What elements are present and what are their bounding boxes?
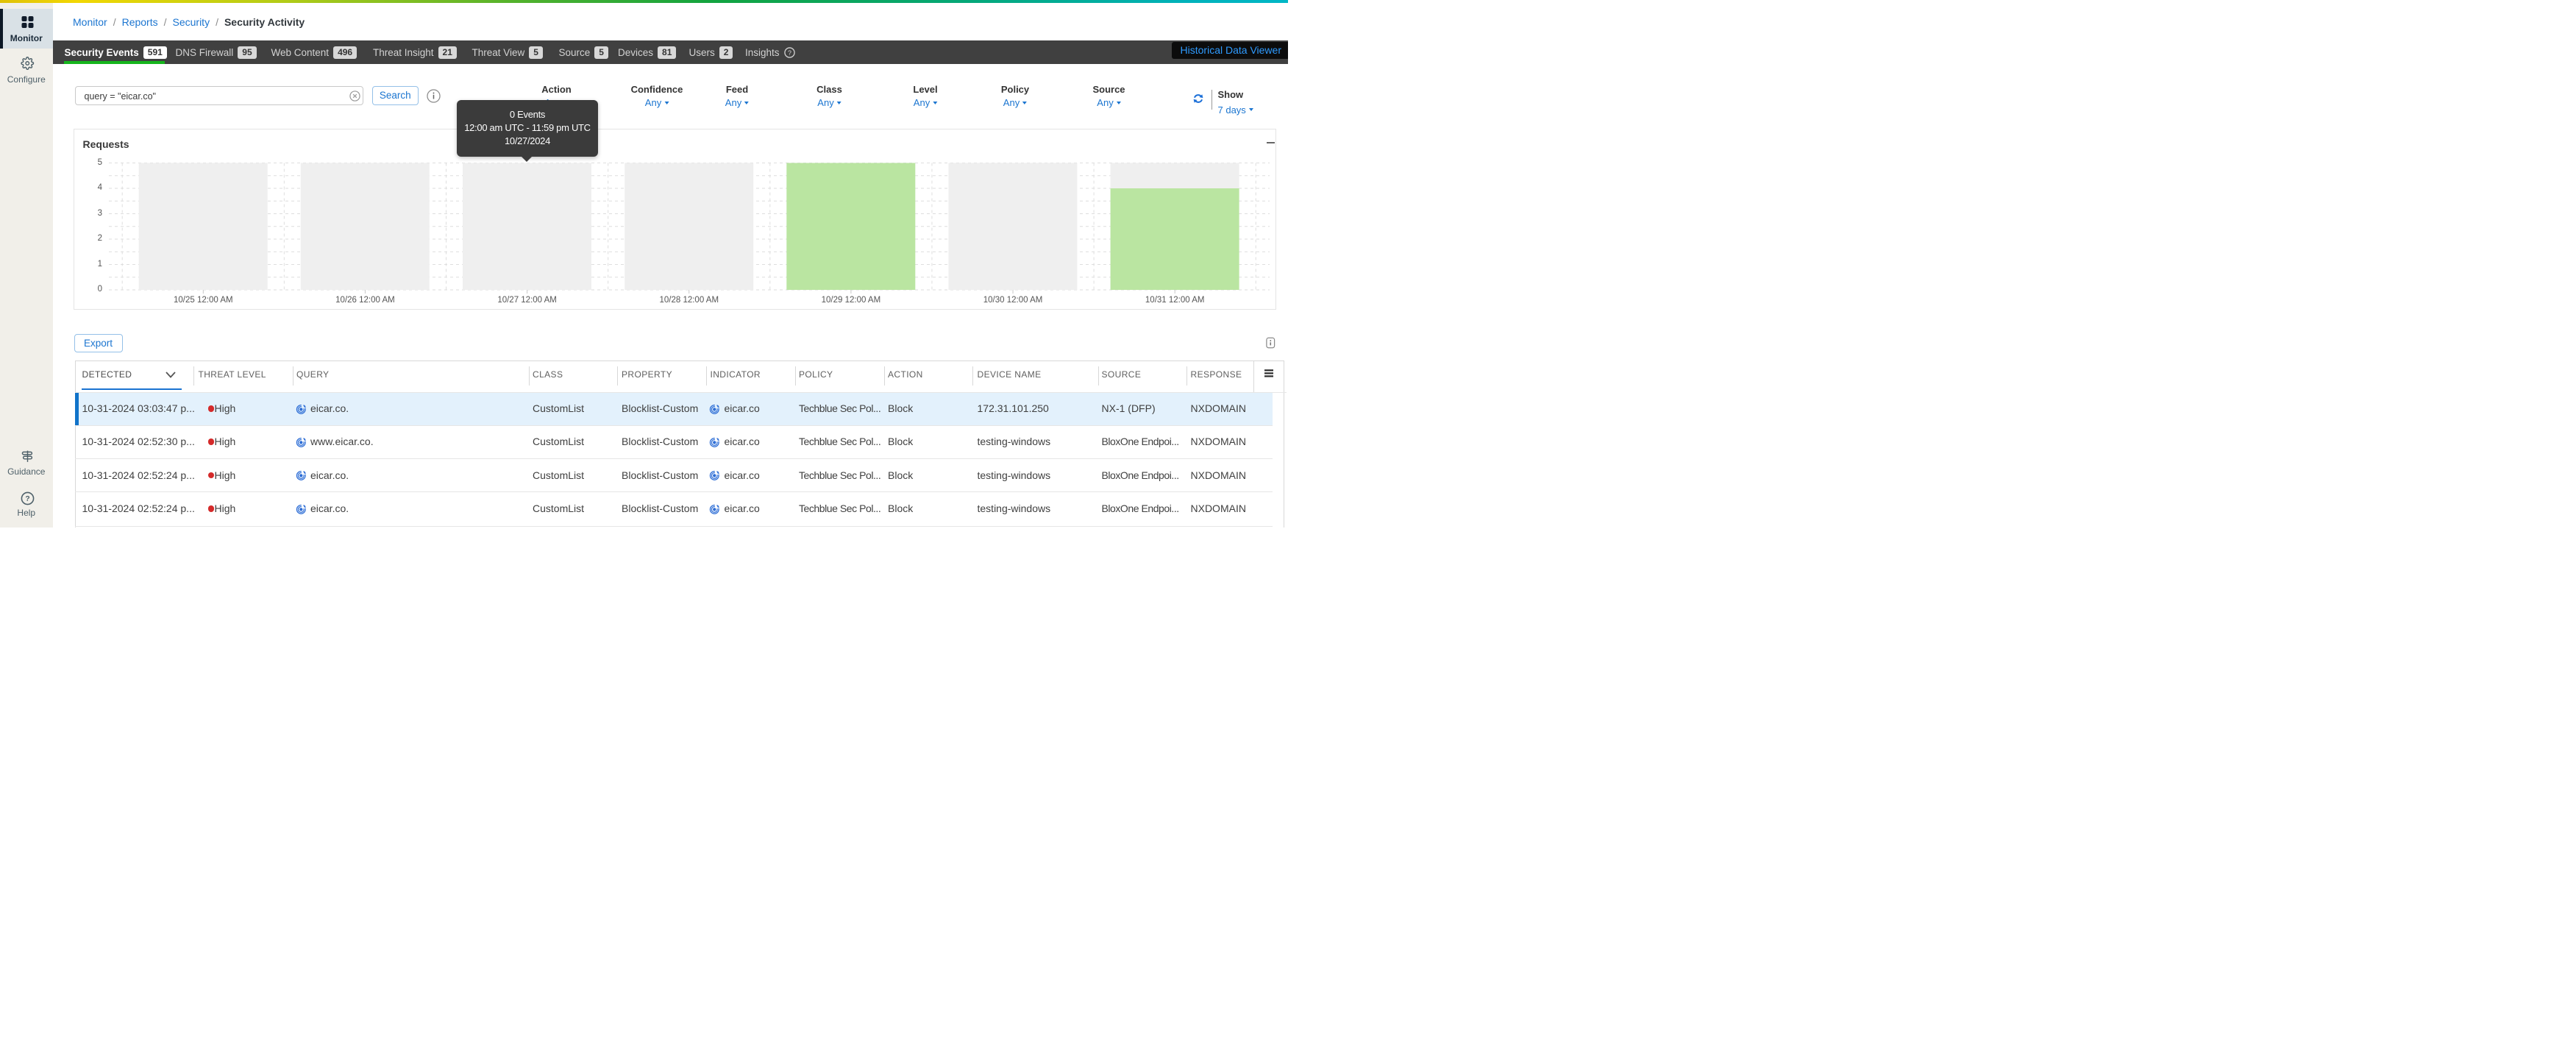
svg-text:?: ? bbox=[25, 495, 29, 503]
svg-text:?: ? bbox=[788, 49, 791, 56]
